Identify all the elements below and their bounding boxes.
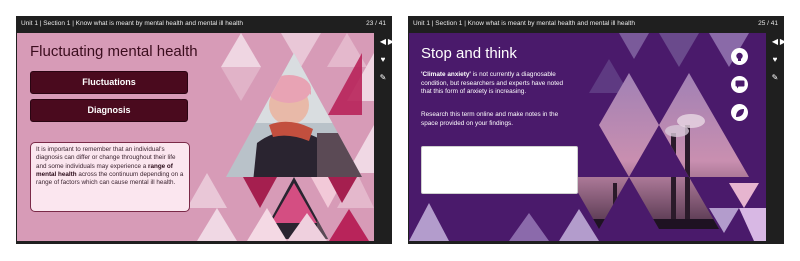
decor-triangle	[509, 213, 549, 241]
slide-header: Unit 1 | Section 1 | Know what is meant …	[408, 16, 784, 32]
page-title: Stop and think	[421, 45, 517, 62]
intro-bold-text: 'Climate anxiety'	[421, 71, 471, 78]
info-text-box: It is important to remember that an indi…	[30, 142, 190, 212]
decor-triangle	[187, 173, 227, 208]
slide-panel-left: Unit 1 | Section 1 | Know what is meant …	[16, 16, 394, 244]
fluctuations-button[interactable]: Fluctuations	[30, 71, 188, 94]
lightbulb-icon[interactable]	[731, 48, 748, 65]
page-title: Fluctuating mental health	[30, 43, 198, 60]
decor-triangle	[221, 67, 261, 101]
slide-panel-right: Unit 1 | Section 1 | Know what is meant …	[408, 16, 786, 244]
pencil-icon[interactable]: ✎	[766, 73, 784, 83]
page-indicator: 25 / 41	[758, 20, 778, 27]
page-indicator: 23 / 41	[366, 20, 386, 27]
heart-icon[interactable]: ♥	[766, 55, 784, 65]
accent-triangle	[329, 209, 369, 241]
slide-content: Stop and think 'Climate anxiety' is not …	[409, 33, 766, 241]
decor-triangle	[409, 203, 449, 241]
breadcrumb: Unit 1 | Section 1 | Know what is meant …	[413, 20, 635, 27]
accent-triangle	[271, 183, 317, 223]
decor-triangle	[281, 33, 321, 67]
next-arrow-icon[interactable]: ▶	[382, 37, 400, 47]
heart-icon[interactable]: ♥	[374, 55, 392, 65]
slide-content: Fluctuating mental health Fluctuations D…	[17, 33, 374, 241]
breadcrumb: Unit 1 | Section 1 | Know what is meant …	[21, 20, 243, 27]
triangle-collage	[409, 33, 766, 241]
decor-triangle	[221, 33, 261, 67]
decor-triangle	[619, 33, 649, 59]
next-arrow-icon[interactable]: ▶	[774, 37, 792, 47]
decor-triangle	[659, 33, 699, 67]
decor-triangle	[197, 208, 237, 241]
side-rail: ◀ ▶ ♥ ✎	[766, 33, 786, 241]
slide-header: Unit 1 | Section 1 | Know what is meant …	[16, 16, 392, 32]
accent-triangle	[243, 177, 277, 208]
notes-input[interactable]	[421, 146, 578, 194]
side-rail: ◀ ▶ ♥ ✎	[374, 33, 394, 241]
pencil-icon[interactable]: ✎	[374, 73, 392, 83]
instruction-paragraph: Research this term online and make notes…	[421, 111, 559, 127]
leaf-icon[interactable]	[731, 104, 748, 121]
decor-triangle	[739, 208, 766, 241]
decor-triangle	[729, 183, 759, 208]
intro-paragraph: 'Climate anxiety' is not currently a dia…	[421, 71, 571, 97]
chat-icon[interactable]	[731, 76, 748, 93]
diagnosis-button[interactable]: Diagnosis	[30, 99, 188, 122]
